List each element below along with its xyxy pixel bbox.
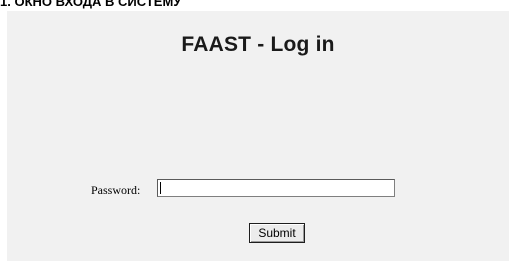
- text-caret: [160, 182, 161, 194]
- password-label: Password:: [91, 183, 141, 197]
- document-heading: 1. ОКНО ВХОДА В СИСТЕМУ: [0, 0, 182, 9]
- login-panel: FAAST - Log in Password: Submit: [7, 11, 509, 261]
- page-title: FAAST - Log in: [181, 33, 335, 56]
- submit-button[interactable]: Submit: [249, 223, 305, 243]
- password-field[interactable]: [157, 179, 395, 197]
- page: 1. ОКНО ВХОДА В СИСТЕМУ FAAST - Log in P…: [0, 0, 516, 261]
